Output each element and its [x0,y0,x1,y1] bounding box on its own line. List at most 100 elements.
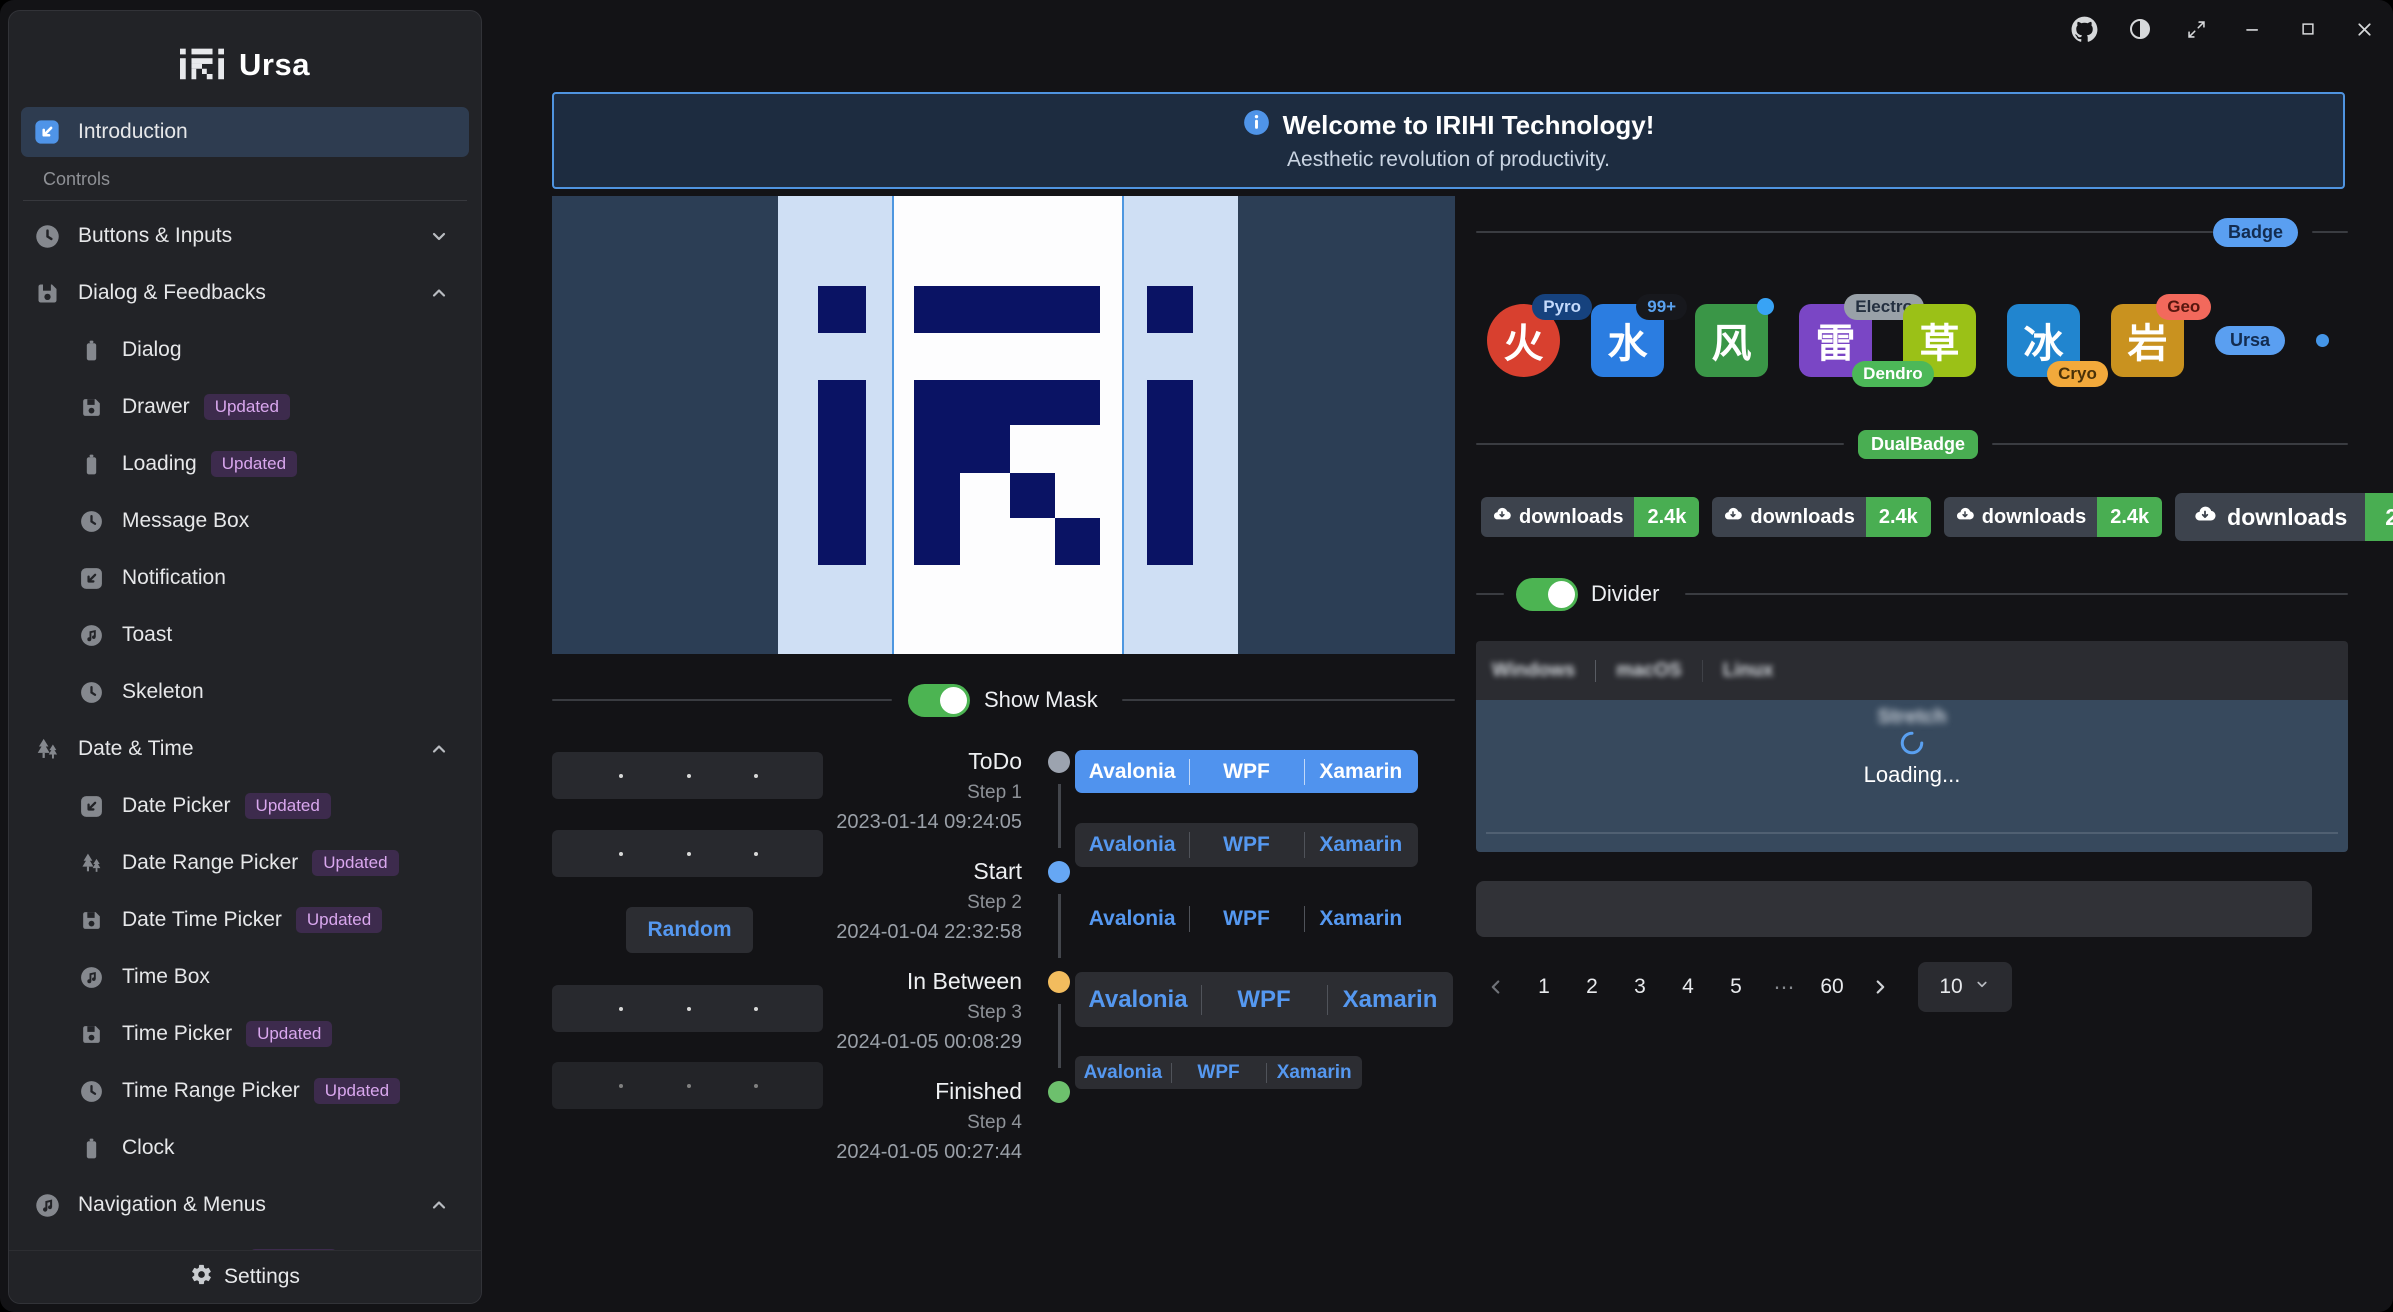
sidebar-item-dialog[interactable]: Dialog [21,327,469,373]
arrow-square-icon [33,118,61,146]
ip-box-input[interactable] [552,985,823,1032]
tab-macos[interactable]: macOS [1616,660,1681,682]
sidebar-item-date-time[interactable]: Date & Time [21,726,469,772]
app-logo: Ursa [9,39,481,91]
step-connector [1058,894,1061,958]
show-mask-divider: Show Mask [552,683,1455,717]
minimize-button[interactable] [2237,14,2267,44]
tab-linux[interactable]: Linux [1723,660,1774,682]
page-button-5[interactable]: 5 [1718,962,1754,1012]
sidebar-item-skeleton[interactable]: Skeleton [21,669,469,715]
sidebar-item-message-box[interactable]: Message Box [21,498,469,544]
tab-windows[interactable]: Windows [1492,660,1575,682]
avalonia-button[interactable]: Avalonia [1075,833,1189,857]
sidebar-item-toast[interactable]: Toast [21,612,469,658]
xamarin-button[interactable]: Xamarin [1304,907,1418,931]
text-input[interactable] [1476,881,2312,937]
avalonia-button[interactable]: Avalonia [1075,760,1189,784]
tab-separator [1702,660,1703,682]
sidebar-item-buttons-inputs[interactable]: Buttons & Inputs [21,213,469,259]
page-size-dropdown[interactable]: 10 [1918,962,2012,1012]
step-indicator-dot [1048,751,1070,773]
sidebar-nav: Ursa Introduction Controls Buttons & Inp… [9,11,481,1251]
divider-toggle[interactable] [1516,578,1578,611]
downloads-dual-badge[interactable]: downloads2.4k [1712,497,1930,537]
sidebar-item-time-picker[interactable]: Time PickerUpdated [21,1011,469,1057]
sidebar-item-date-range-picker[interactable]: Date Range PickerUpdated [21,840,469,886]
show-mask-toggle[interactable] [908,684,970,717]
avalonia-button[interactable]: Avalonia [1075,1062,1171,1084]
wpf-button[interactable]: WPF [1201,986,1327,1014]
updated-badge: Updated [245,793,331,819]
expand-button[interactable] [2181,14,2211,44]
step-indicator-dot [1048,1081,1070,1103]
sidebar-item-notification[interactable]: Notification [21,555,469,601]
ip-box-input[interactable] [552,830,823,877]
ip-box-input[interactable] [552,752,823,799]
sidebar-item-time-range-picker[interactable]: Time Range PickerUpdated [21,1068,469,1114]
badge-tile: 水99+ [1591,304,1664,377]
xamarin-button[interactable]: Xamarin [1304,833,1418,857]
divider-line [1476,443,1844,445]
xamarin-button[interactable]: Xamarin [1266,1062,1362,1084]
sidebar-item-time-box[interactable]: Time Box [21,954,469,1000]
downloads-dual-badge[interactable]: downloads2.4k [1944,497,2162,537]
arrow-square-icon [77,792,105,820]
logo-guide-line [892,196,894,654]
xamarin-button[interactable]: Xamarin [1304,760,1418,784]
ip-separator-dot [687,1007,691,1011]
sidebar-item-loading[interactable]: LoadingUpdated [21,441,469,487]
xamarin-button[interactable]: Xamarin [1327,986,1453,1014]
app-window: Ursa Introduction Controls Buttons & Inp… [0,0,2393,1312]
sidebar-item-introduction[interactable]: Introduction [21,107,469,157]
downloads-dual-badge[interactable]: downloads2.4k [2175,493,2393,541]
next-page-button[interactable] [1862,962,1898,1012]
close-button[interactable] [2349,14,2379,44]
page-button-2[interactable]: 2 [1574,962,1610,1012]
step-indicator-dot [1048,971,1070,993]
wpf-button[interactable]: WPF [1189,833,1303,857]
settings-button[interactable]: Settings [9,1250,481,1303]
sidebar-item-drawer[interactable]: DrawerUpdated [21,384,469,430]
previous-page-button[interactable] [1478,962,1514,1012]
downloads-dual-badge[interactable]: downloads2.4k [1481,497,1699,537]
page-button-4[interactable]: 4 [1670,962,1706,1012]
sidebar-item-label: Date Range Picker [122,851,298,875]
badge-divider: Badge [1476,219,2348,245]
theme-toggle-button[interactable] [2125,14,2155,44]
random-button[interactable]: Random [626,907,753,953]
sidebar-item-label: Clock [122,1136,175,1160]
sidebar-item-clock[interactable]: Clock [21,1125,469,1171]
wpf-button[interactable]: WPF [1171,1062,1267,1084]
titlebar [2069,6,2379,52]
sidebar-item-date-picker[interactable]: Date PickerUpdated [21,783,469,829]
avalonia-button[interactable]: Avalonia [1075,907,1189,931]
sidebar-item-label: Drawer [122,395,190,419]
sidebar-item-navigation-menus[interactable]: Navigation & Menus [21,1182,469,1228]
sidebar-item-dialog-feedbacks[interactable]: Dialog & Feedbacks [21,270,469,316]
divider-line [552,699,892,701]
button-group-small: AvaloniaWPFXamarin [1075,1056,1362,1089]
trees-icon [33,735,61,763]
badge-divider-pill: Badge [2213,218,2298,247]
divider-line [1122,699,1455,701]
loading-spinner-icon [1899,729,1925,761]
page-button-60[interactable]: 60 [1814,962,1850,1012]
wpf-button[interactable]: WPF [1189,907,1303,931]
ip-separator-dot [619,1007,623,1011]
wpf-button[interactable]: WPF [1189,760,1303,784]
sidebar-item-date-time-picker[interactable]: Date Time PickerUpdated [21,897,469,943]
github-button[interactable] [2069,14,2099,44]
stretch-label: Stretch [1878,706,1947,729]
step-item: StartStep 22024-01-04 22:32:58 [832,858,1022,968]
maximize-button[interactable] [2293,14,2323,44]
banner-subtitle: Aesthetic revolution of productivity. [1287,148,1610,172]
badge-tile: 草Dendro [1903,304,1976,377]
page-button-3[interactable]: 3 [1622,962,1658,1012]
avalonia-button[interactable]: Avalonia [1075,986,1201,1014]
step-time: 2024-01-05 00:08:29 [832,1031,1022,1054]
page-button-1[interactable]: 1 [1526,962,1562,1012]
pagination: 12345⋯6010 [1478,962,2012,1012]
sidebar-item-label: Dialog [122,338,182,362]
divider-toggle-label: Divider [1591,581,1659,607]
